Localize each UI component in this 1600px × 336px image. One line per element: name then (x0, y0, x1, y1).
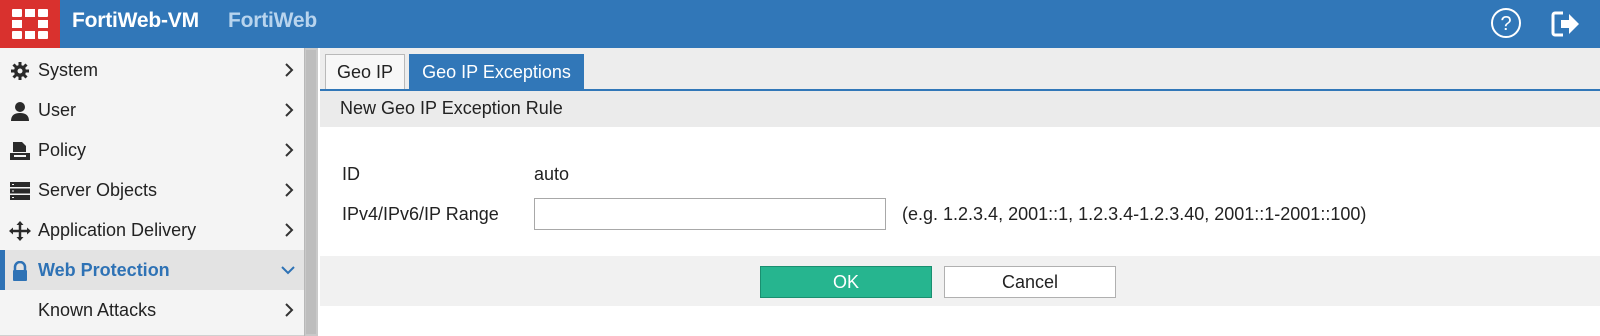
main-content: Geo IP Geo IP Exceptions New Geo IP Exce… (320, 48, 1600, 336)
tab-geo-ip-exceptions[interactable]: Geo IP Exceptions (409, 54, 584, 90)
sidebar-item-label: User (38, 100, 77, 120)
move-arrows-icon (9, 221, 31, 241)
chevron-right-icon (282, 222, 296, 238)
policy-icon (9, 141, 31, 161)
sidebar-item-label: Web Protection (38, 260, 170, 280)
chevron-right-icon (282, 142, 296, 158)
ip-range-hint: (e.g. 1.2.3.4, 2001::1, 1.2.3.4-1.2.3.40… (902, 204, 1367, 224)
chevron-down-icon (280, 263, 296, 279)
chevron-right-icon (282, 182, 296, 198)
top-bar: FortiWeb-VM FortiWeb ? (0, 0, 1600, 48)
active-indicator (0, 250, 5, 290)
cancel-button[interactable]: Cancel (944, 266, 1116, 298)
sidebar-item-label: Server Objects (38, 180, 158, 200)
fortinet-logo-icon[interactable] (0, 0, 60, 48)
sidebar-item-known-attacks[interactable]: Known Attacks (0, 290, 310, 330)
help-circle-icon[interactable]: ? (1490, 7, 1522, 39)
server-icon (9, 181, 31, 201)
gear-icon (9, 61, 31, 81)
tab-geo-ip[interactable]: Geo IP (325, 54, 405, 90)
section-title: New Geo IP Exception Rule (340, 98, 563, 118)
sidebar-item-application-delivery[interactable]: Application Delivery (0, 210, 310, 250)
sidebar-item-web-protection[interactable]: Web Protection (0, 250, 310, 290)
id-value: auto (534, 164, 570, 184)
section-header: New Geo IP Exception Rule (320, 91, 1600, 127)
logout-icon[interactable] (1551, 10, 1581, 38)
chevron-right-icon (282, 62, 296, 78)
sidebar-item-policy[interactable]: Policy (0, 130, 310, 170)
id-label: ID (342, 164, 360, 184)
ip-range-label: IPv4/IPv6/IP Range (342, 204, 499, 224)
svg-text:?: ? (1500, 13, 1511, 35)
ok-button[interactable]: OK (760, 266, 932, 298)
sidebar: System User Policy Server Objects Applic… (0, 48, 310, 336)
app-name: FortiWeb-VM (72, 9, 199, 32)
chevron-right-icon (282, 102, 296, 118)
user-icon (9, 101, 31, 121)
lock-icon (9, 260, 31, 281)
tabs-bar: Geo IP Geo IP Exceptions (320, 48, 1600, 91)
product-name: FortiWeb (228, 9, 318, 32)
sidebar-scrollbar-thumb[interactable] (306, 50, 316, 334)
sidebar-item-system[interactable]: System (0, 50, 310, 90)
sidebar-item-user[interactable]: User (0, 90, 310, 130)
sidebar-item-label: Application Delivery (38, 220, 197, 240)
sidebar-item-server-objects[interactable]: Server Objects (0, 170, 310, 210)
sidebar-item-label: Known Attacks (38, 300, 157, 320)
sidebar-item-label: System (38, 60, 99, 80)
sidebar-item-label: Policy (38, 140, 87, 160)
chevron-right-icon (282, 302, 296, 318)
ip-range-input[interactable] (534, 198, 886, 230)
